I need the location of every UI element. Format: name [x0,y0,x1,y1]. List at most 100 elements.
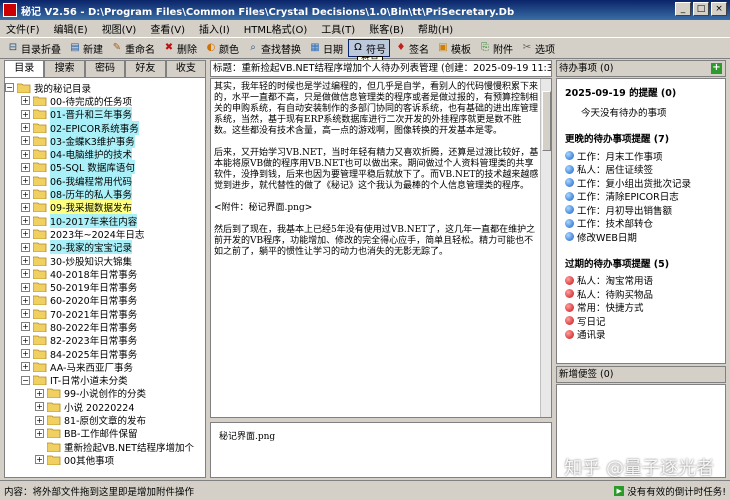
expand-icon[interactable]: + [35,415,44,425]
expand-icon[interactable]: + [21,136,30,146]
expand-icon[interactable]: + [21,242,30,252]
tree-item[interactable]: +40-2018年日常事务 [5,267,205,281]
expand-icon[interactable]: + [21,256,30,265]
menu-item-8[interactable]: 帮助(H) [418,21,453,36]
upcoming-todo-item[interactable]: 工作：技术部转仓 [561,217,721,230]
tree-item[interactable]: +重新捡起VB.NET结程序增加个 [5,439,205,454]
tree-item[interactable]: +01-晋升和三年事务 [5,107,205,122]
tab-0[interactable]: 目录 [4,60,45,77]
minimize-icon[interactable]: _ [675,2,691,16]
menu-item-7[interactable]: 账客(B) [369,21,404,36]
expand-icon[interactable]: + [21,309,30,319]
toolbar-button-9[interactable]: ▣ 模板 [434,39,474,57]
maximize-icon[interactable]: □ [693,2,709,16]
toolbar-button-0[interactable]: ⊟ 目录折叠 [4,39,64,57]
expand-icon[interactable]: + [21,322,30,332]
expand-icon[interactable]: + [21,295,30,305]
toolbar-button-8[interactable]: ♦ 签名 [392,39,432,57]
expand-icon[interactable]: + [35,455,44,465]
tab-3[interactable]: 好友 [125,60,166,77]
tree-item[interactable]: + AA-马来西亚厂事务 [5,360,205,374]
menu-item-0[interactable]: 文件(F) [6,21,40,36]
menu-item-5[interactable]: HTML格式(O) [244,21,308,36]
menu-item-1[interactable]: 编辑(E) [54,21,88,36]
overdue-todo-item[interactable]: 常用：快捷方式 [561,301,721,314]
tree-item[interactable]: +00其他事项 [5,453,205,467]
collapse-icon[interactable]: − [21,375,30,385]
tree-item[interactable]: +2023年~2024年日志 [5,227,205,241]
menu-item-2[interactable]: 视图(V) [102,21,137,36]
expand-icon[interactable]: + [21,349,30,359]
expand-icon[interactable]: + [21,189,30,199]
note-editor[interactable]: 其实，我年轻的时候也是学过编程的，但几乎是自学，看别人的代码慢慢积累下来的，水平… [210,78,552,418]
menu-item-4[interactable]: 插入(I) [199,21,230,36]
overdue-todo-item[interactable]: 写日记 [561,314,721,328]
expand-icon[interactable]: + [21,269,30,279]
expand-icon[interactable]: + [21,96,30,106]
toolbar-button-3[interactable]: ✖ 删除 [160,39,200,57]
expand-icon[interactable]: + [35,402,44,412]
overdue-todo-item[interactable]: 私人：待购买物品 [561,287,721,301]
tree-item[interactable]: +80-2022年日常事务 [5,320,205,334]
upcoming-todo-item[interactable]: 工作：月初导出销售额 [561,203,721,217]
tree-item[interactable]: +60-2020年日常事务 [5,294,205,307]
tree-item[interactable]: + 小说 20220224 [5,400,205,414]
menu-item-3[interactable]: 查看(V) [150,21,185,36]
tree-item[interactable]: +03-金蝶K3维护事务 [5,133,205,148]
tree-item[interactable]: +00-待完成的任务项 [5,94,205,108]
toolbar-button-2[interactable]: ✎ 重命名 [108,39,158,57]
tree-item[interactable]: +06-我编程常用代码 [5,173,205,188]
toolbar-button-10[interactable]: ⎘ 附件 [476,39,516,57]
tree-item[interactable]: +09-我采掘数据发布 [5,200,205,215]
expand-icon[interactable]: + [21,229,30,239]
tree-item[interactable]: +81-原创文章的发布 [5,413,205,427]
directory-tree[interactable]: − 我的秘记目录 +00-待完成的任务项 +01-晋升和三年事务 +02-EPICO… [4,77,206,478]
tree-item[interactable]: +08-历年的私人事务 [5,187,205,202]
tree-item[interactable]: − IT-日常小道未分类 [5,374,205,387]
expand-icon[interactable]: + [21,282,30,292]
upcoming-todo-item[interactable]: 工作：月末工作事项 [561,149,721,163]
expand-icon[interactable]: + [21,202,30,212]
tab-4[interactable]: 收支 [165,60,207,77]
expand-icon[interactable]: + [35,428,44,438]
tree-item[interactable]: +84-2025年日常事务 [5,347,205,361]
tree-root[interactable]: − 我的秘记目录 [5,81,205,95]
tree-item[interactable]: +30-炒股知识大锦集 [5,254,205,268]
upcoming-todo-item[interactable]: 工作：复小组出货批次记录 [561,176,721,190]
todo-list[interactable]: 2025-09-19 的提醒 (0) 今天没有待办的事项 更晚的待办事项提醒 (… [556,78,726,364]
collapse-icon[interactable]: − [5,83,14,93]
toolbar-button-7[interactable]: Ω 符号 [348,39,390,57]
expand-icon[interactable]: + [21,123,30,133]
attachment-pane[interactable]: 秘记界面.png [210,422,552,478]
expand-icon[interactable]: + [21,216,30,226]
tree-item[interactable]: +04-电脑维护的技术 [5,147,205,162]
expand-icon[interactable]: + [21,335,30,345]
tree-item[interactable]: +20-我家的宝宝记录 [5,240,205,255]
tree-item[interactable]: +99-小说创作的分类 [5,387,205,400]
toolbar-button-11[interactable]: ✂ 选项 [518,39,558,57]
toolbar-button-6[interactable]: ▦ 日期 [306,39,346,57]
tree-item[interactable]: +10-2017年来往内容 [5,213,205,228]
expand-icon[interactable]: + [21,109,30,119]
tab-2[interactable]: 密码 [84,60,126,77]
overdue-todo-item[interactable]: 通讯录 [561,328,721,341]
note-scrollbar[interactable] [540,79,551,417]
add-todo-icon[interactable]: + [711,63,722,74]
toolbar-button-1[interactable]: ▤ 新建 [66,39,106,57]
tree-item[interactable]: +82-2023年日常事务 [5,334,205,347]
expand-icon[interactable]: + [21,176,30,186]
close-icon[interactable]: × [711,2,727,16]
upcoming-todo-item[interactable]: 工作：清除EPICOR日志 [561,190,721,203]
menu-item-6[interactable]: 工具(T) [321,21,355,36]
scroll-thumb[interactable] [542,91,551,151]
toolbar-button-5[interactable]: ⌕ 查找替换 [244,39,304,57]
tab-1[interactable]: 搜索 [44,60,85,77]
attachment-file[interactable]: 秘记界面.png [219,432,275,442]
expand-icon[interactable]: + [21,362,30,372]
expand-icon[interactable]: + [35,388,44,398]
toolbar-button-4[interactable]: ◐ 颜色 [202,39,242,57]
tree-item[interactable]: +50-2019年日常事务 [5,280,205,294]
overdue-todo-item[interactable]: 私人：淘宝常用语 [561,274,721,287]
expand-icon[interactable]: + [21,149,30,159]
tree-item[interactable]: +05-SQL 数据库语句 [5,160,205,175]
